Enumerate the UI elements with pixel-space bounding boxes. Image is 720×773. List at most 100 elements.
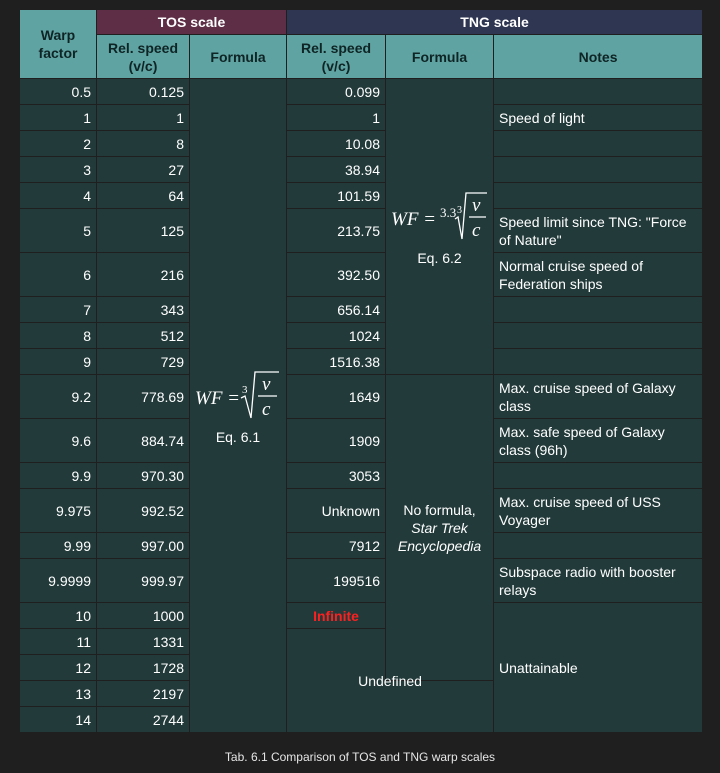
- tos-speed-cell: 216: [96, 252, 190, 297]
- tng-speed-cell: 38.94: [286, 156, 387, 183]
- warp-cell: 6: [19, 252, 97, 297]
- tng-speed-cell: 7912: [286, 532, 387, 559]
- tos-formula-cell: WF = 3 v c Eq. 6.1: [188, 78, 288, 733]
- warp-cell: 10: [19, 602, 97, 629]
- tng-formula-index: 3: [457, 205, 462, 216]
- tos-speed-cell: 64: [96, 182, 190, 209]
- header-notes: Notes: [493, 34, 704, 79]
- warp-cell: 4: [19, 182, 97, 209]
- tng-speed-cell: 199516: [286, 558, 387, 603]
- tng-formula-prefix: WF =: [391, 209, 436, 230]
- tos-speed-cell: 970.30: [96, 462, 190, 489]
- table-row: 2 8 10.08: [19, 130, 704, 157]
- table-row: 1 1 1 Speed of light: [19, 104, 704, 131]
- tng-speed-cell: 0.099: [286, 78, 387, 105]
- warp-scale-table: Warp factor TOS scale TNG scale Rel. spe…: [19, 9, 704, 733]
- tos-speed-cell: 999.97: [96, 558, 190, 603]
- header-tng-rel-speed: Rel. speed (v/c): [286, 34, 387, 79]
- tos-speed-cell: 2197: [96, 680, 190, 707]
- warp-cell: 9.975: [19, 488, 97, 533]
- tng-speed-cell: 213.75: [286, 208, 387, 253]
- table-row: 9.6 884.74 1909 Max. safe speed of Galax…: [19, 418, 704, 463]
- tng-formula-equation: WF = 3.3 3 v c: [391, 191, 488, 241]
- table-row: 9.9 970.30 3053: [19, 462, 704, 489]
- tng-speed-cell: 1024: [286, 322, 387, 349]
- header-tos-rel-speed: Rel. speed (v/c): [96, 34, 190, 79]
- tos-speed-cell: 778.69: [96, 374, 190, 419]
- tos-speed-cell: 125: [96, 208, 190, 253]
- table-row: 9.975 992.52 Unknown Max. cruise speed o…: [19, 488, 704, 533]
- note-cell: [493, 182, 704, 209]
- warp-cell: 0.5: [19, 78, 97, 105]
- warp-cell: 8: [19, 322, 97, 349]
- header-tng-scale: TNG scale: [286, 9, 704, 35]
- tng-speed-cell: 1: [286, 104, 387, 131]
- note-cell: Subspace radio with booster relays: [493, 558, 704, 603]
- table-row: 3 27 38.94: [19, 156, 704, 183]
- note-cell: [493, 78, 704, 105]
- table-row: 0.5 0.125 WF = 3 v c Eq. 6.1 0.099 WF = …: [19, 78, 704, 733]
- tos-speed-cell: 729: [96, 348, 190, 375]
- tos-speed-cell: 1000: [96, 602, 190, 629]
- warp-cell: 9.9: [19, 462, 97, 489]
- tos-speed-cell: 1: [96, 104, 190, 131]
- warp-cell: 13: [19, 680, 97, 707]
- table-caption: Tab. 6.1 Comparison of TOS and TNG warp …: [224, 750, 496, 764]
- unattainable-cell: Unattainable: [493, 602, 704, 733]
- tos-speed-cell: 27: [96, 156, 190, 183]
- tng-formula-denominator: c: [472, 220, 481, 241]
- tos-speed-cell: 884.74: [96, 418, 190, 463]
- tng-formula-label: Eq. 6.2: [417, 249, 462, 266]
- note-cell: Max. cruise speed of USS Voyager: [493, 488, 704, 533]
- table-row: 7 343 656.14: [19, 296, 704, 323]
- table-row: 6 216 392.50 Normal cruise speed of Fede…: [19, 252, 704, 297]
- header-tng-formula: Formula: [385, 34, 495, 79]
- tng-speed-cell: 1909: [286, 418, 387, 463]
- no-formula-line1: No formula,: [403, 501, 476, 518]
- note-cell: Normal cruise speed of Federation ships: [493, 252, 704, 297]
- no-formula-line3: Encyclopedia: [397, 537, 482, 554]
- warp-cell: 14: [19, 706, 97, 733]
- tng-speed-cell: 392.50: [286, 252, 387, 297]
- tos-formula-equation: WF = 3 v c: [195, 370, 279, 420]
- tos-formula-label: Eq. 6.1: [215, 428, 261, 445]
- tos-speed-cell: 0.125: [96, 78, 190, 105]
- table-row: 10 1000 Infinite Unattainable: [19, 602, 704, 733]
- tos-speed-cell: 343: [96, 296, 190, 323]
- tng-speed-cell: 1649: [286, 374, 387, 419]
- table-row: 9 729 1516.38: [19, 348, 704, 375]
- warp-cell: 9.6: [19, 418, 97, 463]
- tos-speed-cell: 2744: [96, 706, 190, 733]
- warp-cell: 3: [19, 156, 97, 183]
- tos-formula-denominator: c: [262, 399, 271, 420]
- tos-formula-prefix: WF =: [195, 388, 240, 409]
- table-row: 9.99 997.00 7912: [19, 532, 704, 559]
- note-cell: Max. safe speed of Galaxy class (96h): [493, 418, 704, 463]
- table-row: 9.9999 999.97 199516 Subspace radio with…: [19, 558, 704, 603]
- warp-cell: 7: [19, 296, 97, 323]
- note-cell: Speed limit since TNG: "Force of Nature": [493, 208, 704, 253]
- note-cell: Max. cruise speed of Galaxy class: [493, 374, 704, 419]
- header-tos-scale: TOS scale: [95, 9, 288, 35]
- tng-speed-cell: 10.08: [286, 130, 387, 157]
- table-row: 9.2 778.69 1649 No formula, Star Trek En…: [19, 374, 704, 681]
- warp-cell: 11: [19, 628, 97, 655]
- tng-speed-cell: Unknown: [286, 488, 387, 533]
- note-cell: [493, 322, 704, 349]
- tng-formula-cell: WF = 3.3 3 v c Eq. 6.2: [385, 78, 495, 375]
- tos-speed-cell: 997.00: [96, 532, 190, 559]
- note-cell: [493, 532, 704, 559]
- tos-speed-cell: 1331: [96, 628, 190, 655]
- header-tos-formula: Formula: [188, 34, 288, 79]
- tos-speed-cell: 1728: [96, 654, 190, 681]
- tng-formula-coefficient: 3.3: [440, 205, 456, 220]
- warp-cell: 2: [19, 130, 97, 157]
- note-cell: [493, 296, 704, 323]
- note-cell: [493, 462, 704, 489]
- tos-formula-numerator: v: [262, 374, 271, 395]
- table-row: 8 512 1024: [19, 322, 704, 349]
- tng-infinite-cell: Infinite: [286, 602, 387, 629]
- tos-speed-cell: 992.52: [96, 488, 190, 533]
- tng-formula-numerator: v: [472, 195, 481, 216]
- note-cell: [493, 348, 704, 375]
